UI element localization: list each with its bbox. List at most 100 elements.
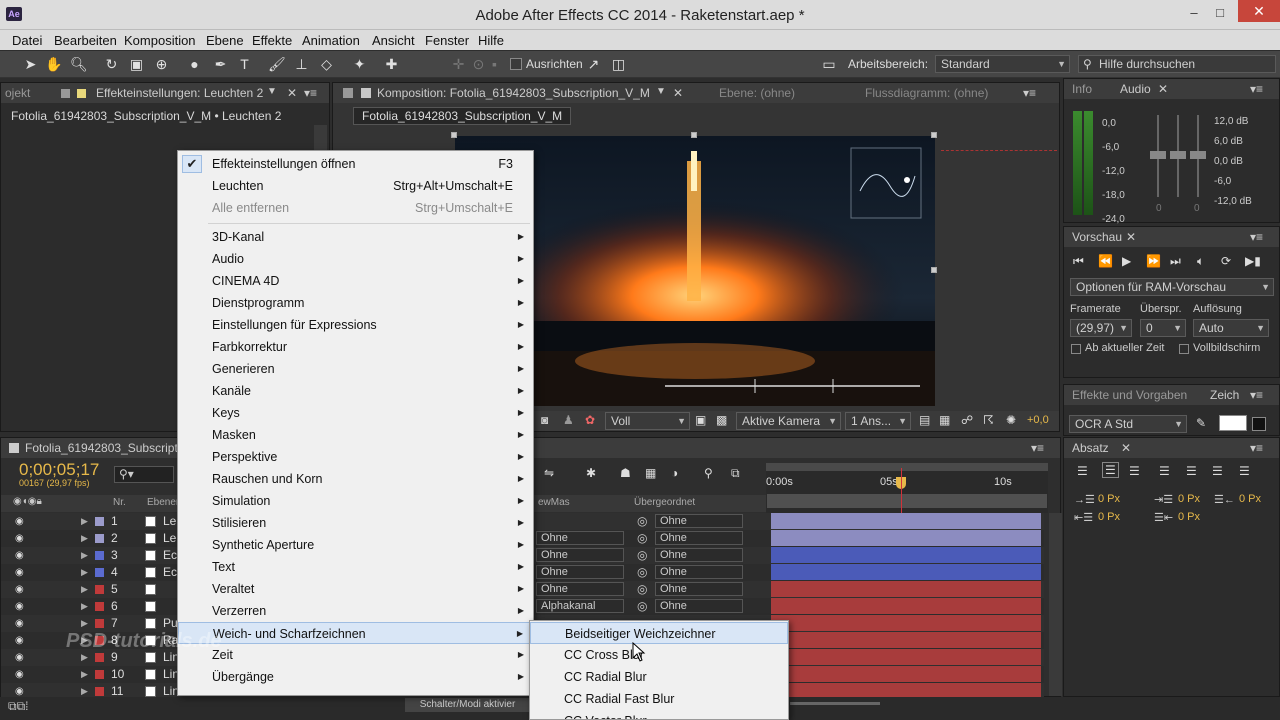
menu-item[interactable]: Keys ▶ <box>178 402 533 424</box>
layer-label-color[interactable] <box>95 653 104 662</box>
space-after-value[interactable]: 0 Px <box>1178 511 1200 523</box>
time-navigator[interactable] <box>767 494 1047 508</box>
menu-komposition[interactable]: Komposition <box>124 33 196 48</box>
show-snapshot-icon[interactable]: ♟ <box>563 413 574 427</box>
expand-layer-icon[interactable]: ▶ <box>81 533 88 544</box>
expand-layer-icon[interactable]: ▶ <box>81 516 88 527</box>
last-frame-icon[interactable]: ⏭ <box>1170 254 1181 269</box>
layer-duration-bar[interactable] <box>771 513 1041 529</box>
parent-select[interactable]: Ohne <box>655 582 743 596</box>
parent-pickwhip-icon[interactable]: ◎ <box>637 514 647 528</box>
resolution-select[interactable]: Voll ▼ <box>605 412 690 430</box>
menu-item[interactable]: Audio ▶ <box>178 248 533 270</box>
tab-composition[interactable]: Komposition: Fotolia_61942803_Subscripti… <box>377 86 650 100</box>
snap-target-icon[interactable]: ◫ <box>610 56 627 73</box>
layer-duration-bar[interactable] <box>771 666 1041 682</box>
eyedropper-icon[interactable]: ✎ <box>1196 416 1206 430</box>
roto-brush-tool-icon[interactable]: ✦ <box>351 56 368 73</box>
previous-frame-icon[interactable]: ⏪ <box>1098 254 1113 268</box>
justify-all-icon[interactable]: ☰ <box>1239 464 1250 478</box>
frame-blending-icon[interactable]: ▦ <box>645 466 656 480</box>
expand-layer-icon[interactable]: ▶ <box>81 584 88 595</box>
layer-label-color[interactable] <box>95 551 104 560</box>
tab-preview[interactable]: Vorschau <box>1072 230 1122 244</box>
close-tab-icon[interactable]: ✕ <box>1126 230 1136 244</box>
menu-item[interactable]: Masken ▶ <box>178 424 533 446</box>
pan-behind-tool-icon[interactable]: ⊕ <box>153 56 170 73</box>
world-axis-icon[interactable]: ⊙ <box>470 56 487 73</box>
fill-color-swatch[interactable] <box>1219 415 1247 431</box>
ellipse-tool-icon[interactable]: ● <box>186 56 203 73</box>
menu-effekte[interactable]: Effekte <box>252 33 292 48</box>
workspace-icon[interactable]: ▭ <box>818 56 840 73</box>
close-tab-icon[interactable]: ✕ <box>1121 441 1131 455</box>
from-current-time-checkbox[interactable] <box>1071 344 1081 354</box>
brush-tool-icon[interactable]: 🖌︎ <box>268 56 286 73</box>
layer-label-color[interactable] <box>95 687 104 696</box>
expand-layer-icon[interactable]: ▶ <box>81 686 88 697</box>
justify-left-icon[interactable]: ☰ <box>1159 464 1170 478</box>
align-left-icon[interactable]: ☰ <box>1077 464 1088 478</box>
tab-layer[interactable]: Ebene: (ohne) <box>719 86 795 100</box>
parent-select[interactable]: Ohne <box>655 531 743 545</box>
menu-item[interactable]: Übergänge ▶ <box>178 666 533 688</box>
expand-layer-icon[interactable]: ▶ <box>81 567 88 578</box>
visibility-eye-icon[interactable]: ◉ <box>15 686 24 697</box>
text-tool-icon[interactable]: T <box>236 56 253 73</box>
zoom-tool-icon[interactable]: 🔍︎ <box>70 56 88 73</box>
menu-item[interactable]: CINEMA 4D ▶ <box>178 270 533 292</box>
work-area-bar[interactable] <box>766 463 1048 471</box>
comp-handle[interactable] <box>691 132 697 138</box>
ram-preview-icon[interactable]: ▶▮ <box>1245 254 1261 268</box>
close-tab-icon[interactable]: ✕ <box>1158 82 1168 96</box>
tab-character[interactable]: Zeich <box>1210 388 1239 402</box>
exposure-value[interactable]: +0,0 <box>1027 414 1049 426</box>
menu-bearbeiten[interactable]: Bearbeiten <box>54 33 117 48</box>
visibility-eye-icon[interactable]: ◉ <box>15 584 24 595</box>
menu-ansicht[interactable]: Ansicht <box>372 33 415 48</box>
close-window-button[interactable]: ✕ <box>1238 0 1280 22</box>
layer-duration-bar[interactable] <box>771 581 1041 597</box>
layer-label-color[interactable] <box>95 602 104 611</box>
layer-label-color[interactable] <box>95 585 104 594</box>
visibility-eye-icon[interactable]: ◉ <box>15 550 24 561</box>
audio-slider-handle[interactable] <box>1190 151 1206 159</box>
first-frame-icon[interactable]: ⏮ <box>1073 254 1084 269</box>
justify-right-icon[interactable]: ☰ <box>1212 464 1223 478</box>
layer-duration-bar[interactable] <box>771 547 1041 563</box>
close-tab-icon[interactable]: ✕ <box>287 86 297 100</box>
brainstorm-icon[interactable]: ⚲ <box>704 466 713 480</box>
font-family-select[interactable]: OCR A Std ▼ <box>1069 415 1187 433</box>
expand-layer-icon[interactable]: ▶ <box>81 601 88 612</box>
menu-item[interactable]: 3D-Kanal ▶ <box>178 226 533 248</box>
layer-label-color[interactable] <box>95 670 104 679</box>
justify-center-icon[interactable]: ☰ <box>1186 464 1197 478</box>
expand-layer-icon[interactable]: ▶ <box>81 652 88 663</box>
submenu-item[interactable]: CC Vector Blur <box>530 710 788 719</box>
menu-datei[interactable]: Datei <box>12 33 42 48</box>
switches-modes-button[interactable]: Schalter/Modi aktivier <box>405 698 530 712</box>
expand-layer-icon[interactable]: ▶ <box>81 618 88 629</box>
layer-duration-bar[interactable] <box>771 615 1041 631</box>
layer-duration-bar[interactable] <box>771 598 1041 614</box>
play-icon[interactable]: ▶ <box>1122 254 1131 268</box>
eraser-tool-icon[interactable]: ◇ <box>318 56 335 73</box>
menu-item[interactable]: Rauschen und Korn ▶ <box>178 468 533 490</box>
parent-pickwhip-icon[interactable]: ◎ <box>637 565 647 579</box>
close-tab-icon[interactable]: ✕ <box>673 86 683 100</box>
menu-item[interactable]: Leuchten Strg+Alt+Umschalt+E <box>178 175 533 197</box>
menu-item[interactable]: Stilisieren ▶ <box>178 512 533 534</box>
maximize-button[interactable]: □ <box>1213 6 1227 20</box>
timeline-scrollbar[interactable] <box>1049 513 1062 696</box>
menu-item[interactable]: Alle entfernen Strg+Umschalt+E <box>178 197 533 219</box>
indent-left-value[interactable]: 0 Px <box>1098 493 1120 505</box>
trkmat-select[interactable]: Ohne <box>536 531 624 545</box>
camera-select[interactable]: Aktive Kamera ▼ <box>736 412 841 430</box>
menu-item[interactable]: Generieren ▶ <box>178 358 533 380</box>
menu-item[interactable]: Zeit ▶ <box>178 644 533 666</box>
trkmat-select[interactable]: Ohne <box>536 582 624 596</box>
composition-chip[interactable]: Fotolia_61942803_Subscription_V_M <box>353 107 572 125</box>
motion-blur-icon[interactable]: ◑ <box>671 466 678 480</box>
menu-item[interactable]: Weich- und Scharfzeichnen ▶ <box>178 622 533 644</box>
shy-layers-icon[interactable]: ☗ <box>620 466 631 480</box>
